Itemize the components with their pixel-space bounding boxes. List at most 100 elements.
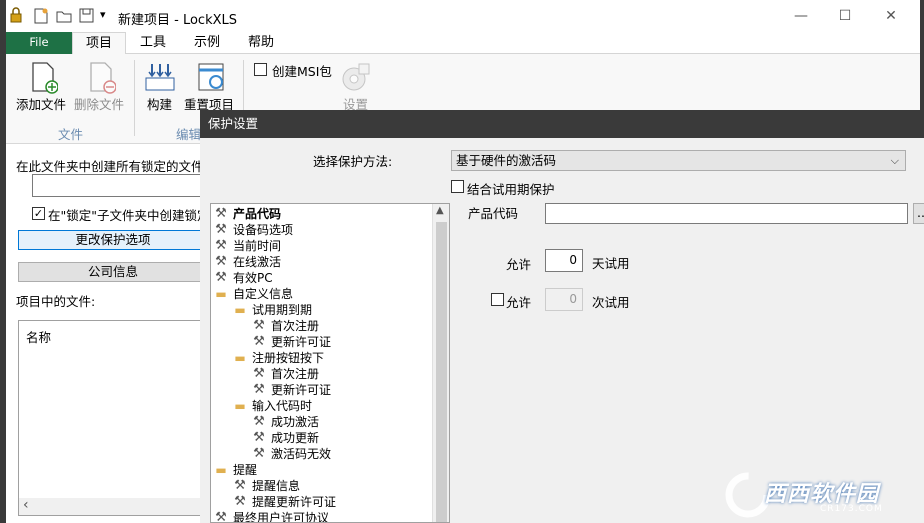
tree-node-label: 提醒信息	[252, 479, 301, 493]
build-button[interactable]: 构建	[142, 60, 178, 112]
tree-node-label: 成功更新	[271, 431, 320, 445]
create-msi-label: 创建MSI包	[272, 64, 332, 79]
remove-file-button[interactable]: 删除文件	[72, 60, 130, 112]
wrench-icon: ⚒	[215, 222, 227, 237]
tree-node-label: 当前时间	[233, 239, 282, 253]
add-file-button[interactable]: 添加文件	[14, 60, 72, 112]
subfolder-label: 在"锁定"子文件夹中创建锁定	[48, 208, 210, 223]
minimize-button[interactable]: —	[786, 6, 816, 26]
tree-node[interactable]: ▬ 试用期到期	[232, 302, 312, 318]
tree-node[interactable]: ⚒ 提醒信息	[232, 478, 300, 494]
tree-vertical-scrollbar[interactable]: ▲	[432, 204, 449, 522]
tree-node[interactable]: ⚒ 成功激活	[251, 414, 319, 430]
scroll-up-icon[interactable]: ▲	[436, 205, 444, 216]
tree-node-label: 有效PC	[233, 271, 273, 285]
tree-node-label: 输入代码时	[252, 399, 313, 413]
tree-node-label: 设备码选项	[233, 223, 294, 237]
wrench-icon: ⚒	[253, 318, 265, 333]
tree-node[interactable]: ⚒ 当前时间	[213, 238, 281, 254]
tree-node-label: 自定义信息	[233, 287, 294, 301]
wrench-icon: ⚒	[253, 414, 265, 429]
tree-node[interactable]: ⚒ 更新许可证	[251, 334, 331, 350]
build-label: 构建	[147, 97, 173, 112]
add-file-label: 添加文件	[16, 97, 67, 112]
tree-node[interactable]: ▬ 自定义信息	[213, 286, 293, 302]
settings-tree[interactable]: ⚒ 产品代码 ⚒ 设备码选项 ⚒ 当前时间 ⚒ 在线激活 ⚒ 有效PC ▬ 自定义信息 ▬ 试用期到期 ⚒ 首…	[210, 203, 450, 523]
tree-node-label: 产品代码	[233, 207, 282, 221]
tree-node[interactable]: ⚒ 首次注册	[251, 366, 319, 382]
wrench-icon: ⚒	[253, 430, 265, 445]
output-folder-input[interactable]	[32, 174, 212, 197]
tab-project[interactable]: 项目	[72, 32, 126, 54]
horizontal-scrollbar[interactable]: ‹	[19, 497, 209, 515]
allow2-label: 允许	[506, 295, 532, 310]
ribbon-separator	[134, 60, 135, 136]
quick-access-dropdown[interactable]: ▾	[100, 8, 106, 21]
remove-file-label: 删除文件	[74, 97, 125, 112]
wrench-icon: ⚒	[253, 366, 265, 381]
tree-node-label: 成功激活	[271, 415, 320, 429]
tab-tools[interactable]: 工具	[128, 32, 178, 54]
trial-days-unit: 天试用	[592, 256, 630, 271]
tree-node[interactable]: ▬ 提醒	[213, 462, 257, 478]
allow-label: 允许	[506, 257, 532, 272]
trial-runs-unit: 次试用	[592, 295, 630, 310]
folder-icon: ▬	[234, 399, 246, 413]
method-select-value: 基于硬件的激活码	[456, 153, 557, 168]
add-file-icon	[32, 62, 59, 97]
tree-node[interactable]: ⚒ 设备码选项	[213, 222, 293, 238]
combine-trial-checkbox[interactable]	[451, 180, 464, 193]
scrollbar-thumb[interactable]	[436, 222, 447, 522]
tree-node-label: 提醒更新许可证	[252, 495, 337, 509]
tree-node-label: 激活码无效	[271, 447, 332, 461]
tab-examples[interactable]: 示例	[182, 32, 232, 54]
tree-node[interactable]: ⚒ 成功更新	[251, 430, 319, 446]
browse-button[interactable]: ...	[913, 203, 924, 224]
tree-node[interactable]: ⚒ 更新许可证	[251, 382, 331, 398]
settings-icon	[341, 62, 371, 95]
save-icon[interactable]	[79, 8, 94, 26]
method-label: 选择保护方法:	[313, 154, 393, 169]
tree-node[interactable]: ⚒ 提醒更新许可证	[232, 494, 336, 510]
tree-node[interactable]: ⚒ 最终用户许可协议	[213, 510, 329, 523]
maximize-button[interactable]: ☐	[830, 6, 860, 26]
tree-node[interactable]: ⚒ 在线激活	[213, 254, 281, 270]
project-files-list[interactable]: 名称 ‹	[18, 320, 210, 516]
tree-node[interactable]: ⚒ 有效PC	[213, 270, 273, 286]
trial-runs-input[interactable]: 0	[545, 288, 583, 311]
change-protection-button[interactable]: 更改保护选项	[18, 230, 208, 250]
subfolder-checkbox[interactable]: ✓	[32, 207, 45, 220]
create-msi-checkbox[interactable]	[254, 63, 267, 76]
reset-project-button[interactable]: 重置项目	[184, 60, 238, 112]
open-folder-icon[interactable]	[56, 8, 72, 27]
folder-icon: ▬	[234, 303, 246, 317]
tree-node-label: 试用期到期	[252, 303, 313, 317]
title-bar: ▾ 新建项目 - LockXLS — ☐ ✕	[6, 0, 920, 32]
method-select[interactable]: 基于硬件的激活码 ⌵	[451, 150, 906, 171]
tab-help[interactable]: 帮助	[236, 32, 286, 54]
tree-node-label: 首次注册	[271, 367, 320, 381]
tree-node[interactable]: ▬ 注册按钮按下	[232, 350, 324, 366]
trial-days-input[interactable]: 0	[545, 249, 583, 272]
tree-node-label: 在线激活	[233, 255, 282, 269]
tree-node[interactable]: ⚒ 产品代码	[213, 206, 281, 222]
column-header-name[interactable]: 名称	[26, 327, 51, 346]
wrench-icon: ⚒	[215, 254, 227, 269]
tree-node-label: 更新许可证	[271, 335, 332, 349]
trial-runs-checkbox[interactable]	[491, 293, 504, 306]
new-file-icon[interactable]	[34, 8, 48, 27]
close-button[interactable]: ✕	[876, 6, 906, 26]
product-code-label: 产品代码	[468, 206, 519, 221]
reset-project-icon	[196, 62, 228, 95]
scroll-left-icon[interactable]: ‹	[23, 497, 29, 513]
tree-node[interactable]: ▬ 输入代码时	[232, 398, 312, 414]
settings-button[interactable]: 设置	[338, 60, 374, 112]
wrench-icon: ⚒	[215, 206, 227, 221]
tab-file[interactable]: File	[6, 32, 72, 54]
company-info-button[interactable]: 公司信息	[18, 262, 208, 282]
product-code-input[interactable]	[545, 203, 908, 224]
wrench-icon: ⚒	[215, 510, 227, 523]
tree-node[interactable]: ⚒ 首次注册	[251, 318, 319, 334]
tree-node[interactable]: ⚒ 激活码无效	[251, 446, 331, 462]
lock-icon	[10, 7, 22, 23]
